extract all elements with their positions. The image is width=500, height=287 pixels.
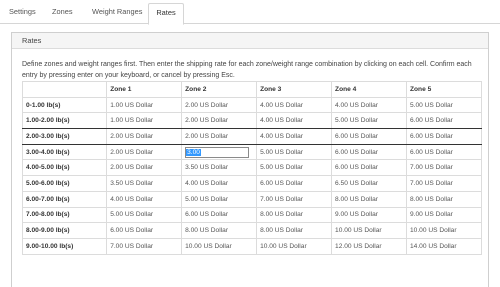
rate-cell[interactable]: 5.00 US Dollar [181, 190, 258, 208]
rate-cell[interactable]: 2.00 US Dollar [106, 128, 183, 145]
column-header-zone-5: Zone 5 [406, 81, 482, 98]
panel-title: Rates [12, 33, 488, 49]
weight-range-label: 6.00-7.00 lb(s) [21, 190, 108, 208]
table-row: 4.00-5.00 lb(s) 2.00 US Dollar 3.50 US Dol… [21, 159, 482, 177]
tab-zones[interactable]: Zones [46, 6, 79, 24]
rate-cell[interactable]: 5.00 US Dollar [406, 96, 482, 114]
tab-settings[interactable]: Settings [3, 6, 42, 24]
rate-cell[interactable]: 6.00 US Dollar [181, 206, 258, 224]
rate-cell[interactable]: 5.00 US Dollar [256, 143, 333, 161]
tab-weight-ranges[interactable]: Weight Ranges [86, 6, 148, 24]
rate-cell[interactable]: 6.00 US Dollar [406, 128, 482, 145]
rate-cell[interactable]: 8.00 US Dollar [256, 222, 333, 239]
table-row: 1.00-2.00 lb(s) 1.00 US Dollar 2.00 US Dol… [21, 112, 482, 130]
rate-cell[interactable]: 2.00 US Dollar [106, 159, 183, 177]
rate-cell[interactable]: 3.50 US Dollar [106, 175, 183, 192]
rate-cell[interactable]: 5.00 US Dollar [256, 159, 333, 177]
rate-cell[interactable]: 4.00 US Dollar [256, 128, 333, 145]
table-row: 5.00-6.00 lb(s) 3.50 US Dollar 4.00 US Dol… [21, 175, 482, 192]
rate-cell[interactable]: 1.00 US Dollar [106, 112, 183, 130]
table-row: 9.00-10.00 lb(s) 7.00 US Dollar 10.00 US D… [21, 237, 482, 255]
rate-cell[interactable]: 2.00 US Dollar [181, 128, 258, 145]
column-header-zone-4: Zone 4 [331, 81, 407, 98]
rate-cell[interactable]: 5.00 US Dollar [106, 206, 183, 224]
weight-range-label: 9.00-10.00 lb(s) [21, 237, 108, 255]
weight-range-label: 3.00-4.00 lb(s) [21, 143, 108, 161]
rate-cell[interactable]: 9.00 US Dollar [331, 206, 407, 224]
rate-cell[interactable]: 10.00 US Dollar [256, 237, 333, 255]
rate-cell[interactable]: 7.00 US Dollar [256, 190, 333, 208]
tab-bar: Settings Zones Weight Ranges Rates [0, 0, 500, 25]
table-header-row: Zone 1 Zone 2 Zone 3 Zone 4 Zone 5 [21, 81, 482, 98]
weight-range-label: 7.00-8.00 lb(s) [21, 206, 108, 224]
rate-cell[interactable]: 6.00 US Dollar [331, 159, 407, 177]
tab-rates[interactable]: Rates [148, 3, 184, 25]
rate-cell[interactable]: 6.00 US Dollar [331, 128, 407, 145]
rate-cell[interactable]: 8.00 US Dollar [406, 190, 482, 208]
rate-cell[interactable]: 7.00 US Dollar [106, 237, 183, 255]
rate-cell[interactable]: 6.50 US Dollar [331, 175, 407, 192]
table-row: 8.00-9.00 lb(s) 6.00 US Dollar 8.00 US Dol… [21, 222, 482, 239]
rate-cell[interactable]: 14.00 US Dollar [406, 237, 482, 255]
rate-cell[interactable]: 2.00 US Dollar [181, 112, 258, 130]
rate-cell[interactable]: 5.00 US Dollar [331, 112, 407, 130]
weight-range-label: 2.00-3.00 lb(s) [21, 128, 108, 145]
weight-range-label: 1.00-2.00 lb(s) [21, 112, 108, 130]
rate-cell[interactable]: 4.00 US Dollar [106, 190, 183, 208]
rates-description: Define zones and weight ranges first. Th… [22, 61, 472, 79]
table-row: 2.00-3.00 lb(s) 2.00 US Dollar 2.00 US Dol… [21, 128, 482, 145]
selected-text: 3.00 [186, 148, 201, 156]
rate-cell[interactable]: 6.00 US Dollar [256, 175, 333, 192]
rate-cell[interactable]: 4.00 US Dollar [256, 96, 333, 114]
rate-cell[interactable]: 7.00 US Dollar [406, 159, 482, 177]
rate-cell[interactable]: 4.00 US Dollar [181, 175, 258, 192]
rate-cell[interactable]: 2.00 US Dollar [106, 143, 183, 161]
rate-cell[interactable]: 9.00 US Dollar [406, 206, 482, 224]
weight-range-label: 5.00-6.00 lb(s) [21, 175, 108, 192]
column-header-zone-2: Zone 2 [181, 81, 258, 98]
rate-cell[interactable]: 10.00 US Dollar [181, 237, 258, 255]
rate-edit-input[interactable]: 3.00 [185, 146, 250, 158]
rate-cell[interactable]: 10.00 US Dollar [406, 222, 482, 239]
rate-cell[interactable]: 7.00 US Dollar [406, 175, 482, 192]
rate-cell[interactable]: 4.00 US Dollar [331, 96, 407, 114]
rate-cell[interactable]: 6.00 US Dollar [106, 222, 183, 239]
rate-cell[interactable]: 8.00 US Dollar [256, 206, 333, 224]
weight-range-label: 4.00-5.00 lb(s) [21, 159, 108, 177]
rate-cell[interactable]: 8.00 US Dollar [181, 222, 258, 239]
rate-cell[interactable]: 2.00 US Dollar [181, 96, 258, 114]
rate-cell[interactable]: 8.00 US Dollar [331, 190, 407, 208]
rate-cell[interactable]: 3.50 US Dollar [181, 159, 258, 177]
weight-range-label: 0-1.00 lb(s) [21, 96, 108, 114]
column-header-zone-1: Zone 1 [106, 81, 183, 98]
table-row: 3.00-4.00 lb(s) 2.00 US Dollar 3.00 5.00 US… [21, 143, 482, 161]
rate-cell[interactable]: 10.00 US Dollar [331, 222, 407, 239]
rate-cell[interactable]: 6.00 US Dollar [406, 143, 482, 161]
rate-cell[interactable]: 1.00 US Dollar [106, 96, 183, 114]
column-header-zone-3: Zone 3 [256, 81, 333, 98]
rate-cell[interactable]: 6.00 US Dollar [406, 112, 482, 130]
rate-cell[interactable]: 12.00 US Dollar [331, 237, 407, 255]
rate-cell[interactable]: 6.00 US Dollar [331, 143, 407, 161]
table-row: 6.00-7.00 lb(s) 4.00 US Dollar 5.00 US Dol… [21, 190, 482, 208]
table-row: 7.00-8.00 lb(s) 5.00 US Dollar 6.00 US Dol… [21, 206, 482, 224]
rate-cell[interactable]: 4.00 US Dollar [256, 112, 333, 130]
rates-panel: Rates Define zones and weight ranges fir… [11, 32, 489, 287]
table-row: 0-1.00 lb(s) 1.00 US Dollar 2.00 US Dollar… [21, 96, 482, 114]
rate-cell-editing[interactable]: 3.00 [181, 143, 258, 161]
column-header-weight [21, 81, 108, 98]
rates-table: Zone 1 Zone 2 Zone 3 Zone 4 Zone 5 0-1.0… [21, 81, 482, 255]
weight-range-label: 8.00-9.00 lb(s) [21, 222, 108, 239]
